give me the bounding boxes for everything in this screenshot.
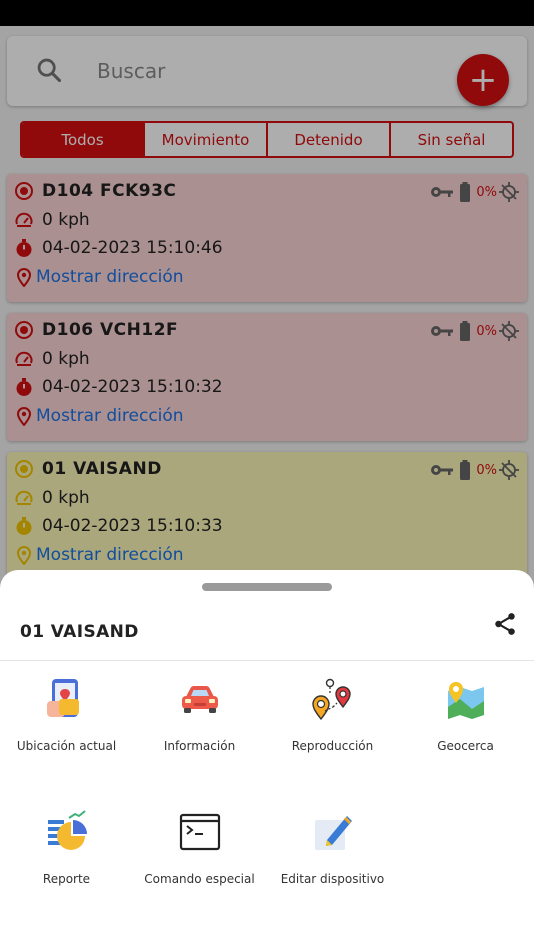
action-label: Comando especial xyxy=(144,872,255,886)
action-label: Editar dispositivo xyxy=(280,872,385,886)
car-icon xyxy=(181,686,218,713)
action-geofence[interactable]: Geocerca xyxy=(399,677,532,753)
action-report[interactable]: Reporte xyxy=(0,810,133,886)
route-pins-icon xyxy=(311,678,351,721)
action-label: Información xyxy=(163,739,236,753)
action-label: Reproducción xyxy=(291,739,374,753)
action-playback[interactable]: Reproducción xyxy=(266,677,399,753)
action-current-location[interactable]: Ubicación actual xyxy=(0,677,133,753)
status-bar xyxy=(0,0,534,26)
phone-location-icon xyxy=(46,679,79,717)
share-icon[interactable] xyxy=(492,611,518,637)
vehicle-actions-sheet: 01 VAISAND Ubicación actual Información xyxy=(0,570,534,950)
action-label: Reporte xyxy=(42,872,91,886)
sheet-title: 01 VAISAND xyxy=(20,622,139,642)
action-edit-device[interactable]: Editar dispositivo xyxy=(266,810,399,886)
terminal-icon xyxy=(179,813,220,851)
sheet-divider xyxy=(0,660,534,661)
action-special-command[interactable]: Comando especial xyxy=(133,810,266,886)
sheet-drag-handle[interactable] xyxy=(202,583,332,591)
report-chart-icon xyxy=(47,810,87,850)
action-information[interactable]: Información xyxy=(133,677,266,753)
action-label: Geocerca xyxy=(437,739,494,753)
geofence-map-icon xyxy=(447,682,484,719)
action-label: Ubicación actual xyxy=(16,739,117,753)
edit-note-icon xyxy=(314,816,352,850)
